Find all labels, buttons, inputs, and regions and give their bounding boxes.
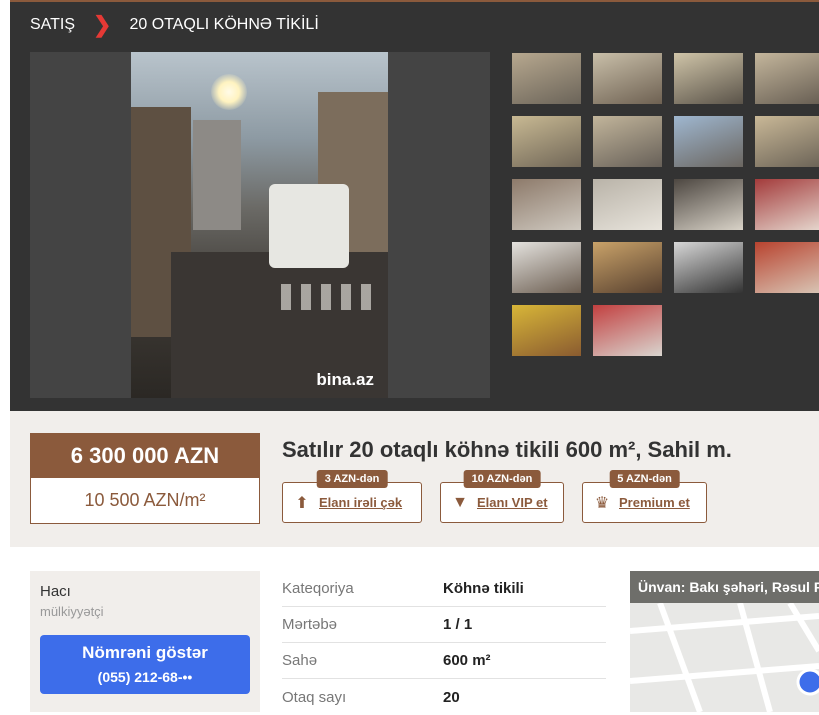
gallery-thumbnail[interactable]	[755, 242, 819, 293]
promote-price-tag: 3 AZN-dən	[316, 470, 388, 488]
property-value: 1 / 1	[443, 616, 473, 633]
property-key: Sahə	[282, 652, 318, 669]
seller-role: mülkiyyətçi	[40, 604, 104, 619]
gallery-thumbnail[interactable]	[593, 242, 662, 293]
location-map[interactable]: Ünvan: Bakı şəhəri, Rəsul Rza	[630, 571, 819, 712]
property-key: Kateqoriya	[282, 580, 354, 597]
gallery-thumbnail[interactable]	[512, 242, 581, 293]
vip-button[interactable]: 10 AZN-dən ▼ Elanı VIP et	[440, 470, 564, 523]
chevron-right-icon: ❯	[93, 12, 112, 37]
gallery-section: SATIŞ ❯ 20 OTAQLI KÖHNƏ TİKİLİ bina.az	[10, 0, 819, 411]
seller-card: Hacı mülkiyyətçi Nömrəni göstər (055) 21…	[30, 571, 260, 712]
table-row: Mərtəbə 1 / 1	[282, 607, 606, 643]
gallery-thumbnail[interactable]	[674, 116, 743, 167]
gallery-thumbnail[interactable]	[512, 116, 581, 167]
gallery-thumbnail[interactable]	[674, 242, 743, 293]
gallery-thumbnail[interactable]	[755, 116, 819, 167]
price-per-m2: 10 500 AZN/m²	[84, 490, 206, 510]
show-number-label: Nömrəni göstər	[82, 643, 208, 662]
table-row: Sahə 600 m²	[282, 643, 606, 679]
show-number-button[interactable]: Nömrəni göstər (055) 212-68-••	[40, 635, 250, 694]
gallery-thumbnail[interactable]	[674, 179, 743, 230]
main-photo[interactable]: bina.az	[30, 52, 490, 398]
vip-price-tag: 10 AZN-dən	[463, 470, 541, 488]
seller-name: Hacı	[40, 583, 71, 600]
property-key: Mərtəbə	[282, 616, 338, 633]
phone-number: (055) 212-68-••	[97, 669, 193, 685]
gallery-thumbnail[interactable]	[593, 116, 662, 167]
table-row: Kateqoriya Köhnə tikili	[282, 571, 606, 607]
promote-label: Elanı irəli çək	[319, 495, 403, 510]
property-table: Kateqoriya Köhnə tikili Mərtəbə 1 / 1 Sa…	[282, 571, 606, 715]
gallery-thumbnail[interactable]	[755, 179, 819, 230]
gallery-thumbnail[interactable]	[755, 53, 819, 104]
gallery-thumbnail[interactable]	[512, 305, 581, 356]
gallery-thumbnail[interactable]	[593, 305, 662, 356]
premium-label: Premium et	[619, 495, 690, 510]
gallery-thumbnail[interactable]	[512, 179, 581, 230]
listing-header: 6 300 000 AZN 10 500 AZN/m² Satılır 20 o…	[10, 411, 819, 547]
listing-title: Satılır 20 otaqlı köhnə tikili 600 m², S…	[282, 437, 732, 462]
location-pin-icon	[796, 668, 819, 696]
gallery-thumbnail[interactable]	[593, 179, 662, 230]
property-value: Köhnə tikili	[443, 580, 524, 597]
breadcrumb-root[interactable]: SATIŞ	[30, 16, 75, 34]
arrow-up-icon: ⬆	[295, 494, 309, 512]
premium-price-tag: 5 AZN-dən	[609, 470, 680, 488]
watermark-logo: bina.az	[316, 370, 374, 389]
property-value: 20	[443, 688, 460, 706]
vip-label: Elanı VIP et	[477, 495, 548, 510]
table-row: Otaq sayı 20	[282, 679, 606, 715]
premium-button[interactable]: 5 AZN-dən ♛ Premium et	[582, 470, 707, 523]
property-key: Otaq sayı	[282, 688, 347, 706]
breadcrumb: SATIŞ ❯ 20 OTAQLI KÖHNƏ TİKİLİ	[30, 12, 319, 37]
promote-button[interactable]: 3 AZN-dən ⬆ Elanı irəli çək	[282, 470, 422, 523]
price-box: 6 300 000 AZN 10 500 AZN/m²	[30, 433, 260, 524]
breadcrumb-current: 20 OTAQLI KÖHNƏ TİKİLİ	[129, 16, 319, 33]
map-address: Ünvan: Bakı şəhəri, Rəsul Rza	[630, 571, 819, 603]
gallery-thumbnail[interactable]	[674, 53, 743, 104]
gallery-thumbnail[interactable]	[512, 53, 581, 104]
price: 6 300 000 AZN	[31, 434, 259, 478]
main-photo-image: bina.az	[131, 52, 388, 398]
crown-icon: ♛	[594, 494, 610, 512]
vip-icon: ▼	[452, 493, 468, 511]
property-value: 600 m²	[443, 652, 491, 669]
gallery-thumbnail[interactable]	[593, 53, 662, 104]
